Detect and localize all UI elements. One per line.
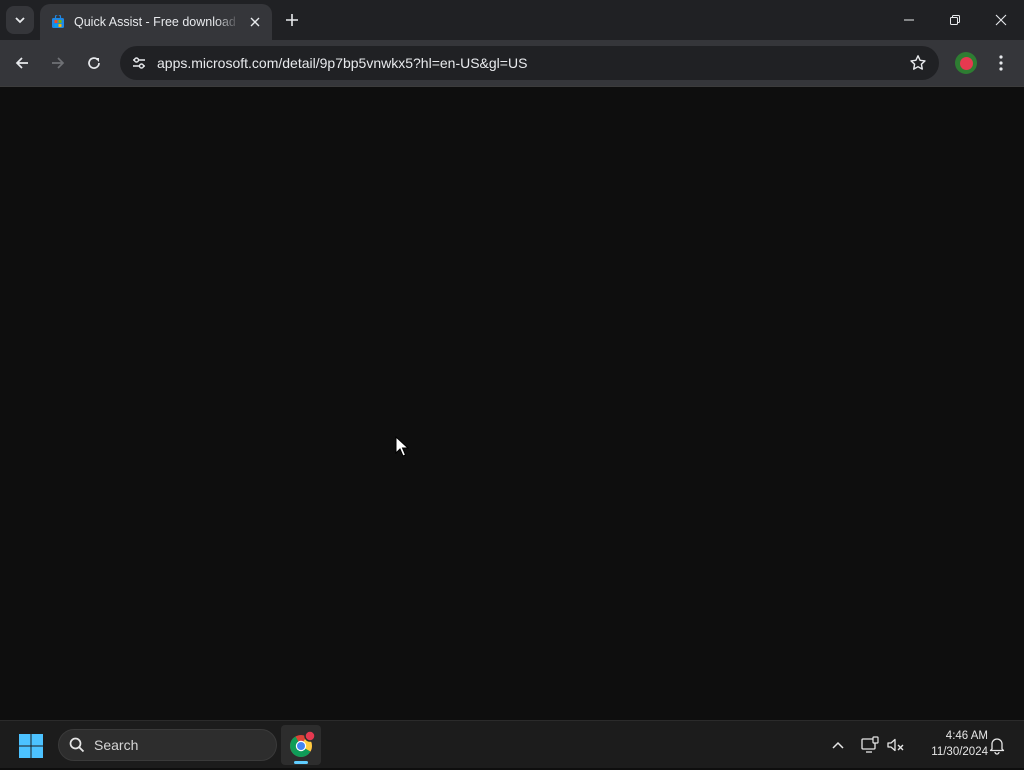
new-tab-button[interactable] [281, 9, 303, 31]
back-button[interactable] [8, 49, 36, 77]
microsoft-store-icon [50, 14, 66, 30]
chevron-up-icon[interactable] [828, 735, 848, 755]
address-bar-url[interactable]: apps.microsoft.com/detail/9p7bp5vnwkx5?h… [157, 55, 527, 71]
taskbar-search-label: Search [94, 737, 139, 753]
restore-icon [950, 15, 960, 25]
chrome-icon [290, 730, 316, 757]
search-icon [69, 737, 85, 753]
close-icon [995, 14, 1007, 26]
close-icon [250, 17, 260, 27]
tab-strip: Quick Assist - Free download and install… [0, 0, 1024, 40]
clock-time: 4:46 AM [945, 730, 988, 742]
tab-close-button[interactable] [246, 13, 264, 31]
reload-icon [88, 57, 100, 69]
page-content[interactable] [0, 87, 1024, 720]
profile-avatar-inner [959, 56, 973, 70]
windows-logo-icon[interactable] [18, 733, 44, 759]
restore-button[interactable] [932, 0, 978, 40]
chevron-down-icon [15, 17, 25, 24]
browser-menu-button[interactable] [990, 52, 1012, 74]
minimize-button[interactable] [886, 0, 932, 40]
arrow-left-icon [15, 57, 28, 69]
arrow-right-icon [52, 57, 65, 69]
taskbar-chrome-app[interactable] [281, 725, 321, 765]
bell-icon[interactable] [987, 735, 1007, 755]
clock-date: 11/30/2024 [931, 746, 988, 758]
taskbar-search[interactable]: Search [58, 729, 277, 761]
browser-tab[interactable]: Quick Assist - Free download and install… [40, 4, 272, 40]
minimize-icon [904, 19, 914, 21]
close-window-button[interactable] [978, 0, 1024, 40]
mouse-cursor-icon [395, 436, 409, 457]
reload-button[interactable] [80, 49, 108, 77]
forward-button[interactable] [44, 49, 72, 77]
volume-muted-icon[interactable] [886, 735, 906, 755]
tab-title: Quick Assist - Free download and install… [74, 15, 240, 29]
tune-icon [133, 57, 145, 69]
plus-icon [286, 14, 298, 26]
taskbar-clock[interactable]: 4:46 AM 11/30/2024 [912, 728, 988, 760]
address-bar[interactable]: apps.microsoft.com/detail/9p7bp5vnwkx5?h… [120, 46, 939, 80]
star-icon[interactable] [909, 54, 927, 72]
profile-avatar[interactable] [955, 52, 977, 74]
network-icon[interactable] [860, 735, 880, 755]
site-info-button[interactable] [126, 50, 152, 76]
running-app-indicator [294, 761, 308, 764]
kebab-menu-icon [999, 55, 1003, 71]
tab-search-button[interactable] [6, 6, 34, 34]
browser-toolbar: apps.microsoft.com/detail/9p7bp5vnwkx5?h… [0, 40, 1024, 86]
taskbar: Search 4:46 AM 11/30/2024 [0, 720, 1024, 768]
